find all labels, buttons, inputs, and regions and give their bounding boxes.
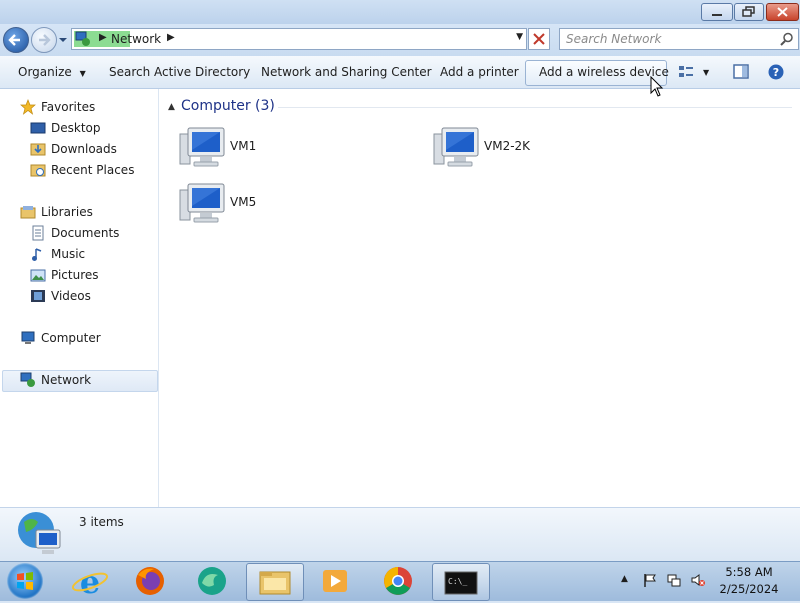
nav-pictures-label: Pictures bbox=[51, 268, 99, 282]
recent-pages-dropdown-icon[interactable] bbox=[58, 35, 68, 45]
volume-muted-icon[interactable] bbox=[691, 573, 705, 587]
chevron-down-icon: ▼ bbox=[79, 69, 86, 78]
add-printer-button[interactable]: Add a printer bbox=[440, 65, 519, 79]
search-input[interactable]: Search Network bbox=[566, 32, 661, 46]
nav-favorites-label: Favorites bbox=[41, 100, 96, 114]
taskbar-media-player[interactable] bbox=[308, 563, 364, 599]
network-globe-icon bbox=[18, 512, 61, 554]
nav-music-label: Music bbox=[51, 247, 86, 261]
view-options-icon[interactable] bbox=[678, 64, 694, 80]
taskbar-internet-explorer[interactable]: e bbox=[62, 563, 118, 601]
clock-date: 2/25/2024 bbox=[719, 582, 779, 596]
star-icon bbox=[20, 99, 36, 115]
nav-videos-label: Videos bbox=[51, 289, 91, 303]
windows-logo-icon bbox=[17, 572, 33, 590]
mouse-cursor-icon bbox=[650, 76, 664, 97]
internet-explorer-icon: e bbox=[71, 563, 109, 601]
back-button[interactable] bbox=[3, 27, 29, 53]
search-active-directory-button[interactable]: Search Active Directory bbox=[109, 65, 250, 79]
title-bar bbox=[0, 0, 800, 24]
restore-button[interactable] bbox=[734, 3, 764, 21]
svg-text:C:\_: C:\_ bbox=[448, 577, 467, 586]
desktop-icon bbox=[30, 122, 46, 134]
taskbar-file-explorer[interactable] bbox=[246, 563, 304, 601]
nav-downloads-label: Downloads bbox=[51, 142, 117, 156]
documents-icon bbox=[32, 225, 44, 241]
help-icon[interactable]: ? bbox=[768, 64, 784, 80]
recent-places-icon bbox=[30, 164, 46, 177]
firefox-icon bbox=[136, 567, 164, 595]
organize-button[interactable]: Organize ▼ bbox=[18, 65, 86, 79]
folder-icon bbox=[259, 571, 291, 595]
network-status-icon[interactable] bbox=[667, 573, 681, 587]
computer-item-vm2-2k[interactable]: VM2-2K bbox=[432, 124, 632, 172]
back-arrow-icon bbox=[8, 34, 20, 46]
minimize-button[interactable] bbox=[701, 3, 733, 21]
forward-arrow-icon bbox=[39, 34, 51, 46]
networked-computer-icon bbox=[179, 183, 225, 223]
computer-icon bbox=[21, 331, 35, 344]
clock-time: 5:58 AM bbox=[725, 565, 773, 579]
close-icon bbox=[533, 33, 545, 45]
computer-item-vm5[interactable]: VM5 bbox=[178, 180, 378, 228]
chrome-icon bbox=[384, 567, 412, 595]
address-clear-button[interactable] bbox=[528, 28, 550, 50]
start-button[interactable] bbox=[7, 563, 43, 599]
libraries-icon bbox=[20, 206, 36, 219]
nav-desktop-label: Desktop bbox=[51, 121, 101, 135]
show-hidden-icons[interactable]: ▲ bbox=[621, 574, 635, 588]
preview-pane-icon[interactable] bbox=[733, 64, 749, 80]
taskbar-firefox[interactable] bbox=[122, 563, 178, 599]
address-bar[interactable]: ▶ Network ▶ ▼ bbox=[71, 28, 527, 50]
nav-network-label: Network bbox=[41, 373, 92, 387]
breadcrumb-separator-icon[interactable]: ▶ bbox=[167, 32, 175, 43]
group-divider bbox=[278, 107, 792, 108]
networked-computer-icon bbox=[179, 127, 225, 167]
item-count: 3 items bbox=[79, 515, 124, 529]
network-icon bbox=[20, 372, 35, 387]
minimize-icon bbox=[712, 14, 722, 16]
computer-name: VM5 bbox=[230, 195, 257, 209]
group-header[interactable]: Computer (3) bbox=[181, 98, 275, 114]
group-collapse-icon[interactable]: ▲ bbox=[168, 102, 175, 112]
restore-icon bbox=[742, 6, 755, 17]
nav-documents-label: Documents bbox=[51, 226, 120, 240]
organize-label: Organize bbox=[18, 65, 72, 79]
computer-item-vm1[interactable]: VM1 bbox=[178, 124, 378, 172]
taskbar-chrome[interactable] bbox=[370, 563, 426, 599]
search-box[interactable]: Search Network bbox=[559, 28, 799, 50]
forward-button[interactable] bbox=[31, 27, 57, 53]
breadcrumb-network[interactable]: Network bbox=[111, 32, 161, 46]
edge-icon bbox=[198, 567, 226, 595]
music-icon bbox=[32, 248, 42, 261]
nav-computer-label: Computer bbox=[41, 331, 101, 345]
search-icon[interactable] bbox=[780, 32, 794, 46]
videos-icon bbox=[31, 290, 45, 302]
downloads-folder-icon bbox=[30, 143, 46, 156]
nav-libraries-label: Libraries bbox=[41, 205, 93, 219]
action-center-flag-icon[interactable] bbox=[643, 573, 657, 587]
computer-name: VM2-2K bbox=[484, 139, 531, 153]
nav-recent-places-label: Recent Places bbox=[51, 163, 135, 177]
computer-name: VM1 bbox=[230, 139, 257, 153]
svg-text:?: ? bbox=[773, 66, 779, 79]
media-player-icon bbox=[323, 570, 347, 592]
view-dropdown-icon[interactable]: ▼ bbox=[703, 68, 709, 77]
networked-computer-icon bbox=[433, 127, 479, 167]
address-history-dropdown-icon[interactable]: ▼ bbox=[516, 32, 523, 42]
taskbar-command-prompt[interactable]: C:\_ bbox=[432, 563, 490, 601]
taskbar-edge[interactable] bbox=[184, 563, 240, 599]
network-icon bbox=[75, 31, 90, 46]
system-clock[interactable]: 5:58 AM 2/25/2024 bbox=[716, 565, 782, 596]
close-button[interactable] bbox=[766, 3, 799, 21]
svg-text:e: e bbox=[80, 563, 100, 599]
close-icon bbox=[777, 7, 788, 17]
network-and-sharing-center-button[interactable]: Network and Sharing Center bbox=[261, 65, 432, 79]
pictures-icon bbox=[30, 269, 46, 282]
command-prompt-icon: C:\_ bbox=[444, 571, 478, 595]
breadcrumb-separator-icon[interactable]: ▶ bbox=[99, 32, 107, 43]
